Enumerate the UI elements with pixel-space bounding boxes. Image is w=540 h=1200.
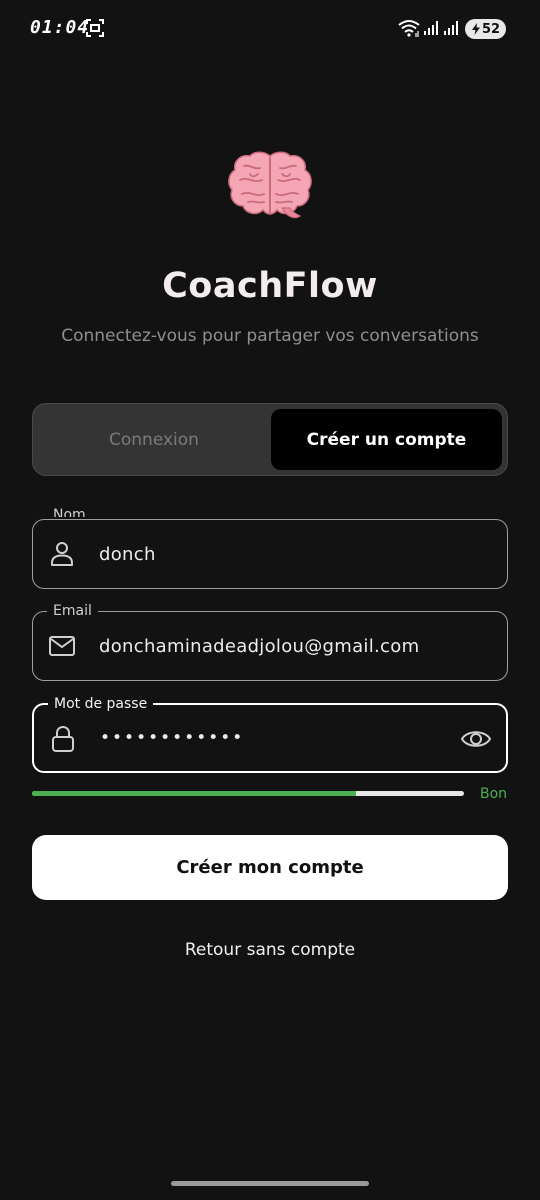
status-bar: 01:04 52 [0, 0, 540, 60]
email-field-label: Email [47, 602, 98, 620]
battery-level: 52 [481, 21, 501, 37]
auth-mode-tabs: Connexion Créer un compte [32, 403, 508, 476]
signal-strength-icon [424, 21, 438, 35]
password-strength-label: Bon [480, 786, 508, 802]
status-time: 01:04 [30, 17, 90, 38]
mail-icon [49, 636, 75, 656]
create-account-button[interactable]: Créer mon compte [32, 835, 508, 900]
tab-signup[interactable]: Créer un compte [271, 409, 502, 470]
wifi-icon [398, 20, 420, 37]
name-field-label: Nom [47, 508, 92, 517]
name-field[interactable]: Nom donch [32, 508, 508, 589]
app-title: CoachFlow [162, 266, 378, 306]
screenshot-icon [86, 19, 104, 37]
password-input[interactable]: •••••••••••• [100, 705, 244, 771]
eye-icon[interactable] [460, 724, 492, 754]
email-field[interactable]: Email donchaminadeadjolou@gmail.com [32, 602, 508, 681]
tab-login[interactable]: Connexion [38, 409, 270, 470]
battery-indicator: 52 [465, 19, 506, 39]
app-subtitle: Connectez-vous pour partager vos convers… [61, 326, 479, 346]
user-icon [51, 542, 73, 566]
password-strength-bar [32, 791, 464, 796]
password-strength-fill [32, 791, 356, 796]
name-input[interactable]: donch [99, 520, 156, 588]
continue-without-account-link[interactable]: Retour sans compte [0, 940, 540, 960]
lock-icon [52, 725, 74, 752]
signal-strength-icon-2 [444, 21, 458, 35]
home-indicator [171, 1181, 369, 1186]
brain-icon [228, 151, 312, 219]
email-input[interactable]: donchaminadeadjolou@gmail.com [99, 612, 419, 680]
charging-bolt-icon [471, 23, 480, 35]
password-field[interactable]: Mot de passe •••••••••••• [32, 695, 508, 773]
